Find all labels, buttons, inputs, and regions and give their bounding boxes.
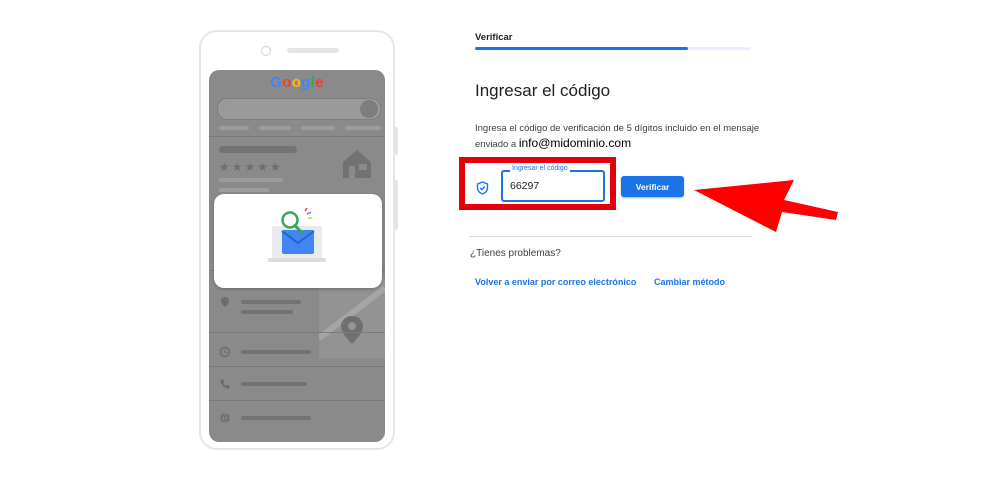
mock-text-line (219, 178, 283, 182)
page-title: Ingresar el código (475, 81, 611, 100)
phone-speaker (287, 48, 339, 53)
mock-text-line (241, 310, 293, 314)
mock-tab (219, 126, 249, 130)
phone-camera (261, 46, 271, 56)
code-field-label: Ingresar el código (510, 165, 570, 172)
logo-letter: o (282, 74, 292, 91)
progress-fill (475, 47, 688, 50)
mock-search-bar (217, 98, 381, 120)
search-icon (360, 100, 378, 118)
mock-tab (345, 126, 381, 130)
progress-bar (475, 47, 751, 50)
change-method-link[interactable]: Cambiar método (654, 277, 725, 287)
mock-tab (301, 126, 335, 130)
divider (209, 400, 385, 401)
mock-tab (259, 126, 291, 130)
red-arrow-annotation (694, 180, 838, 232)
phone-side-button (394, 127, 398, 155)
mock-business-name (219, 146, 297, 153)
divider (209, 366, 385, 367)
verification-mail-card (214, 194, 382, 288)
mock-text-line (241, 416, 311, 420)
mock-text-line (219, 188, 269, 192)
help-question: ¿Tienes problemas? (470, 248, 561, 259)
globe-icon (220, 412, 230, 424)
logo-letter: o (291, 74, 302, 91)
rating-stars: ★★★★★ (219, 160, 283, 174)
verification-code-input[interactable] (510, 180, 590, 192)
google-logo: Google (209, 74, 385, 91)
mock-text-line (241, 300, 301, 304)
logo-letter: e (315, 74, 324, 91)
logo-letter: G (270, 74, 283, 91)
shield-check-icon (476, 181, 489, 195)
logo-letter: g (301, 74, 311, 91)
clock-icon (219, 346, 231, 358)
house-icon (343, 150, 371, 178)
mock-text-line (241, 382, 307, 386)
divider (209, 136, 385, 137)
phone-icon (220, 379, 230, 389)
mock-text-line (241, 350, 311, 354)
instructions-text: Ingresa el código de verificación de 5 d… (475, 122, 765, 152)
recipient-email: info@midominio.com (518, 136, 632, 150)
section-divider (469, 236, 752, 237)
phone-side-button (394, 180, 398, 230)
resend-email-link[interactable]: Volver a enviar por correo electrónico (475, 277, 636, 287)
verify-button[interactable]: Verificar (621, 176, 684, 197)
divider (209, 332, 385, 333)
step-label: Verificar (475, 32, 513, 43)
envelope-magnifier-icon (268, 208, 326, 262)
map-pin-icon (317, 285, 385, 344)
location-pin-icon (221, 297, 229, 307)
verification-code-field[interactable]: Ingresar el código (501, 165, 605, 202)
mock-map (317, 278, 385, 358)
